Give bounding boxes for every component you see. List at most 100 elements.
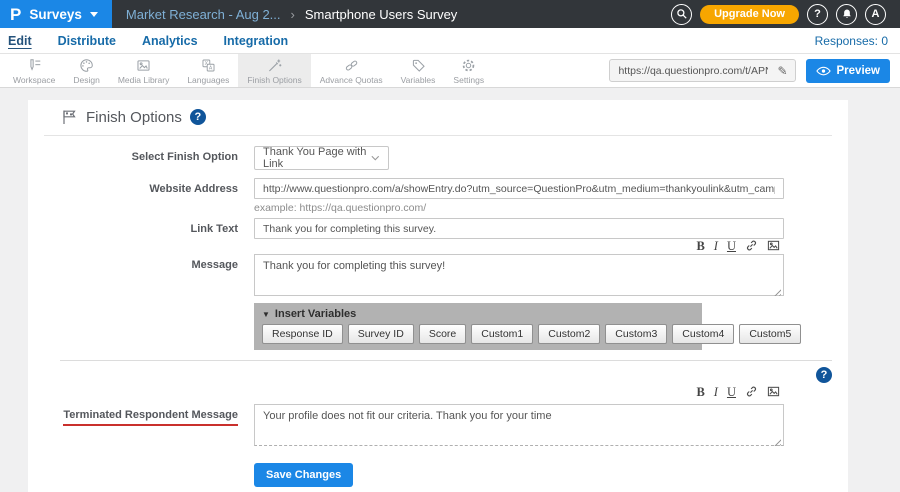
chevron-down-icon: [371, 155, 380, 161]
edit-pencil-icon[interactable]: ✎: [770, 64, 794, 78]
questionpro-app: P Surveys Market Research - Aug 2... › S…: [0, 0, 900, 492]
website-address-example: example: https://qa.questionpro.com/: [254, 202, 784, 214]
ribbon-label: Settings: [453, 75, 484, 85]
finish-options-help-icon[interactable]: ?: [190, 109, 206, 125]
ribbon-right: ✎ Preview: [609, 54, 900, 87]
ribbon-item-advance-quotas[interactable]: Advance Quotas: [311, 54, 392, 87]
terminated-help-icon[interactable]: ?: [816, 367, 832, 383]
upgrade-now-button[interactable]: Upgrade Now: [700, 5, 799, 24]
website-address-field-group: example: https://qa.questionpro.com/: [254, 178, 784, 218]
insert-variables-buttons: Response ID Survey ID Score Custom1 Cust…: [262, 324, 694, 344]
breadcrumb: Market Research - Aug 2... › Smartphone …: [126, 7, 457, 22]
message-textarea[interactable]: Thank you for completing this survey!: [254, 254, 784, 296]
variable-button-survey-id[interactable]: Survey ID: [348, 324, 414, 344]
top-header: P Surveys Market Research - Aug 2... › S…: [0, 0, 900, 28]
ribbon-item-finish-options[interactable]: Finish Options: [238, 54, 310, 87]
breadcrumb-separator: ›: [291, 7, 295, 22]
underline-button[interactable]: U: [727, 386, 736, 399]
underline-button[interactable]: U: [727, 240, 736, 253]
image-icon: [767, 385, 780, 398]
ribbon-label: Media Library: [118, 75, 170, 85]
insert-variables-panel: ▼ Insert Variables Response ID Survey ID…: [254, 303, 702, 350]
eye-icon: [816, 66, 831, 76]
website-address-input[interactable]: [254, 178, 784, 199]
avatar[interactable]: A: [865, 4, 886, 25]
ribbon-item-workspace[interactable]: Workspace: [4, 54, 64, 87]
bold-button[interactable]: B: [696, 386, 704, 399]
terminated-message-row: Terminated Respondent Message Your profi…: [44, 404, 832, 451]
ribbon-label: Variables: [401, 75, 436, 85]
italic-button[interactable]: I: [714, 386, 718, 399]
survey-url-input[interactable]: [610, 65, 770, 77]
link-text-input[interactable]: [254, 218, 784, 239]
finish-options-form: Select Finish Option Thank You Page with…: [44, 136, 832, 487]
ribbon-item-design[interactable]: Design: [64, 54, 108, 87]
insert-image-button[interactable]: [767, 239, 780, 255]
ribbon-label: Design: [73, 75, 99, 85]
website-address-label: Website Address: [44, 178, 254, 196]
ribbon-item-variables[interactable]: Variables: [392, 54, 445, 87]
product-name: Surveys: [29, 7, 82, 22]
page-title: Finish Options: [86, 109, 182, 126]
chevron-down-icon: [90, 12, 98, 17]
terminated-message-label: Terminated Respondent Message: [44, 404, 254, 426]
search-button[interactable]: [671, 4, 692, 25]
finish-flag-icon: [60, 108, 78, 126]
link-icon: [745, 385, 758, 398]
finish-option-selected-value: Thank You Page with Link: [263, 146, 371, 170]
surveys-product-menu[interactable]: P Surveys: [0, 0, 112, 28]
workspace-icon: [26, 57, 43, 74]
notifications-button[interactable]: [836, 4, 857, 25]
languages-icon: X A: [200, 57, 217, 74]
terminated-message-textarea[interactable]: Your profile does not fit our criteria. …: [254, 404, 784, 446]
insert-link-button[interactable]: [745, 385, 758, 401]
nav-tab-edit[interactable]: Edit: [8, 34, 32, 48]
preview-label: Preview: [837, 65, 880, 77]
insert-variables-title: Insert Variables: [275, 308, 356, 320]
breadcrumb-folder[interactable]: Market Research - Aug 2...: [126, 7, 281, 22]
edit-ribbon: Workspace Design Media Library X: [0, 54, 900, 88]
media-library-icon: [135, 57, 152, 74]
responses-count[interactable]: Responses: 0: [815, 34, 888, 48]
variable-button-custom4[interactable]: Custom4: [672, 324, 734, 344]
svg-text:A: A: [209, 65, 213, 71]
variable-button-response-id[interactable]: Response ID: [262, 324, 343, 344]
ribbon-label: Languages: [187, 75, 229, 85]
select-finish-option-label: Select Finish Option: [44, 146, 254, 164]
preview-button[interactable]: Preview: [806, 59, 890, 83]
link-text-label: Link Text: [44, 218, 254, 236]
ribbon-label: Finish Options: [247, 75, 301, 85]
nav-tab-distribute[interactable]: Distribute: [58, 34, 116, 48]
nav-tab-integration[interactable]: Integration: [224, 34, 289, 48]
ribbon-label: Advance Quotas: [320, 75, 383, 85]
insert-link-button[interactable]: [745, 239, 758, 255]
finish-option-select[interactable]: Thank You Page with Link: [254, 146, 389, 170]
insert-image-button[interactable]: [767, 385, 780, 401]
questionpro-logo: P: [10, 6, 21, 23]
bell-icon: [841, 8, 853, 20]
page-body: Finish Options ? Select Finish Option Th…: [0, 88, 900, 492]
settings-icon: [460, 57, 477, 74]
bold-button[interactable]: B: [696, 240, 704, 253]
variable-button-score[interactable]: Score: [419, 324, 466, 344]
variable-button-custom5[interactable]: Custom5: [739, 324, 801, 344]
message-format-toolbar: B I U: [254, 239, 784, 254]
image-icon: [767, 239, 780, 252]
italic-button[interactable]: I: [714, 240, 718, 253]
insert-variables-toggle[interactable]: ▼ Insert Variables: [262, 308, 694, 320]
terminated-format-toolbar: B I U: [254, 385, 784, 400]
variable-button-custom1[interactable]: Custom1: [471, 324, 533, 344]
variable-button-custom3[interactable]: Custom3: [605, 324, 667, 344]
terminated-help-row: ?: [44, 367, 832, 383]
finish-options-icon: [266, 57, 283, 74]
save-changes-button[interactable]: Save Changes: [254, 463, 353, 487]
section-divider: [60, 360, 832, 361]
collapse-caret-icon: ▼: [262, 310, 270, 319]
help-button[interactable]: ?: [807, 4, 828, 25]
ribbon-item-media-library[interactable]: Media Library: [109, 54, 179, 87]
design-icon: [78, 57, 95, 74]
variable-button-custom2[interactable]: Custom2: [538, 324, 600, 344]
ribbon-item-settings[interactable]: Settings: [444, 54, 493, 87]
nav-tab-analytics[interactable]: Analytics: [142, 34, 198, 48]
ribbon-item-languages[interactable]: X A Languages: [178, 54, 238, 87]
